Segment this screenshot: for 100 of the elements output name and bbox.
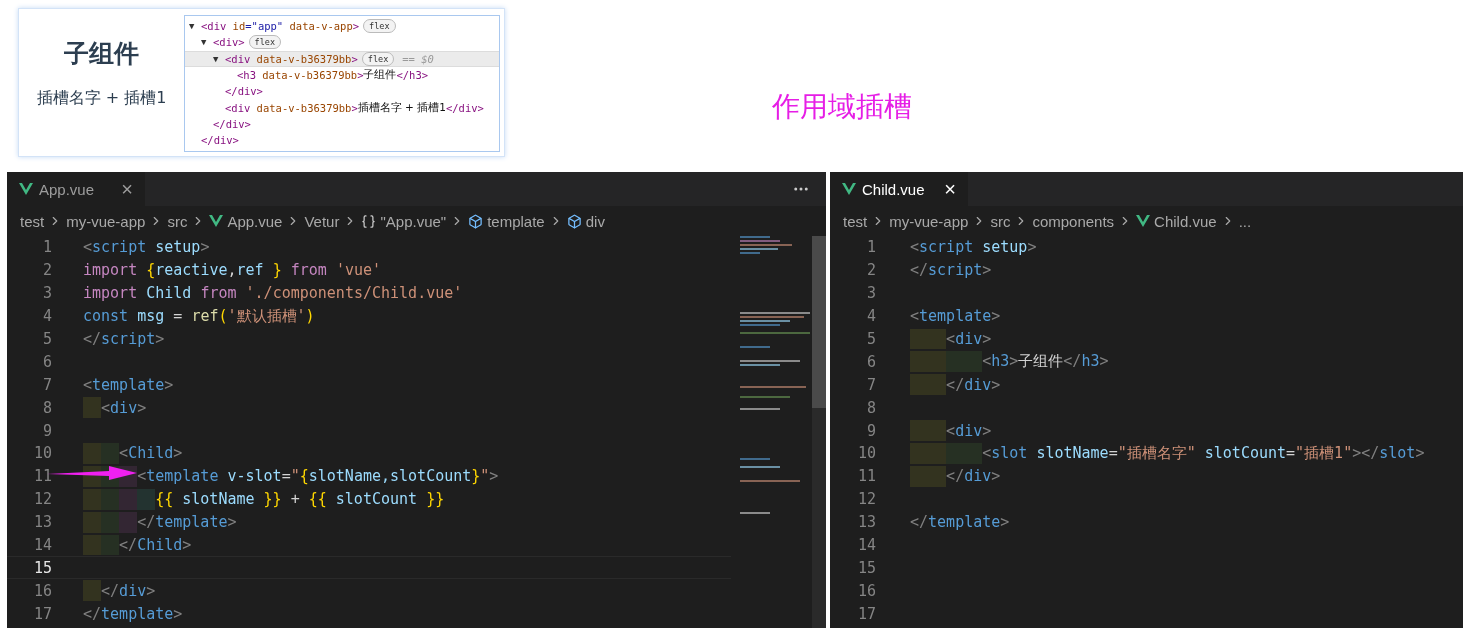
breadcrumb[interactable]: test [20, 212, 45, 230]
vue-icon [842, 183, 856, 195]
line-number: 4 [41, 307, 52, 326]
file-tab[interactable]: App.vue × [7, 172, 145, 206]
code-line: <script setup> [910, 238, 1037, 257]
line-number: 14 [856, 536, 876, 554]
line-number: 8 [865, 398, 876, 417]
vue-icon [1136, 215, 1151, 227]
markup-text: data-v-b36379bb [255, 52, 352, 65]
code-line: <div> [946, 421, 992, 440]
line-number: 11 [32, 467, 52, 486]
flex-badge[interactable]: flex [361, 51, 395, 66]
markup-text: data-v-app [288, 20, 353, 33]
markup-text: </h3> [396, 69, 429, 82]
markup-text: > [351, 52, 358, 65]
expand-toggle[interactable]: ▼ [201, 37, 213, 48]
code-line: <div> [101, 398, 147, 417]
breadcrumb[interactable]: "App.vue" [361, 212, 447, 230]
page-title: 作用域插槽 [772, 89, 912, 125]
line-number: 1 [41, 238, 52, 257]
line-number: 4 [865, 307, 876, 326]
console-ref: == $0 [402, 52, 434, 65]
code-line: <template> [910, 307, 1001, 326]
cube-icon [566, 213, 582, 229]
line-number: 7 [41, 375, 52, 394]
close-icon[interactable]: × [944, 177, 956, 201]
breadcrumb[interactable]: template [468, 212, 545, 230]
markup-text: <div [201, 20, 227, 33]
code-line: const msg = ref('默认插槽') [83, 306, 315, 326]
code-line: <h3>子组件</h3> [982, 352, 1109, 372]
code-line: import {reactive,ref } from 'vue' [83, 261, 382, 280]
line-number: 9 [41, 421, 52, 440]
node-text: 子组件 [363, 68, 397, 83]
markup-text: </div> [225, 85, 263, 98]
breadcrumb[interactable]: Vetur [304, 212, 340, 230]
code-line: import Child from './components/Child.vue' [83, 284, 463, 303]
code-line: {{ slotName }} + {{ slotCount }} [155, 490, 445, 509]
code-line: </template> [83, 604, 183, 623]
line-number: 12 [856, 490, 876, 509]
node-text: 插槽名字 + 插槽1 [357, 100, 446, 115]
breadcrumb[interactable]: src [167, 212, 188, 230]
line-number: 12 [32, 490, 52, 509]
expand-toggle[interactable]: ▼ [189, 21, 201, 32]
breadcrumb[interactable]: my-vue-app [66, 212, 146, 230]
line-number: 13 [32, 513, 52, 532]
breadcrumb[interactable]: src [990, 212, 1011, 230]
markup-text: <div [225, 101, 251, 114]
markup-text: <div> [213, 36, 245, 49]
breadcrumb[interactable]: components [1032, 212, 1115, 230]
code-line: </script> [83, 330, 165, 348]
markup-text: data-v-b36379bb [261, 69, 358, 82]
line-number: 9 [865, 421, 876, 440]
code-line: <template> [83, 375, 174, 394]
line-number: 5 [41, 330, 52, 348]
line-number: 6 [865, 352, 876, 371]
markup-text: </div> [201, 134, 239, 147]
flex-badge[interactable]: flex [248, 35, 282, 50]
breadcrumb[interactable]: ... [1238, 212, 1252, 230]
line-number: 15 [856, 558, 876, 577]
code-line: <template v-slot="{slotName,slotCount}"> [137, 467, 499, 486]
breadcrumb[interactable]: my-vue-app [889, 212, 969, 230]
close-icon[interactable]: × [121, 177, 133, 201]
markup-text: > [357, 69, 364, 82]
markup-text: > [352, 20, 360, 33]
line-number: 15 [32, 558, 52, 577]
line-number: 6 [41, 352, 52, 371]
line-number: 10 [856, 444, 876, 463]
markup-text: </div> [445, 101, 484, 114]
line-number: 13 [856, 513, 876, 532]
markup-text: <h3 [237, 69, 256, 82]
markup-text: <div [225, 52, 251, 65]
expand-toggle[interactable]: ▼ [213, 53, 225, 64]
line-number: 14 [32, 536, 52, 554]
breadcrumb[interactable]: Child.vue [1136, 212, 1217, 230]
markup-text: id [231, 20, 246, 33]
line-number: 11 [856, 467, 876, 486]
line-number: 16 [32, 581, 52, 600]
breadcrumb[interactable]: test [843, 212, 868, 230]
line-number: 1 [865, 238, 876, 257]
scrollbar[interactable] [812, 236, 826, 628]
line-number: 17 [856, 604, 876, 623]
code-line: </script> [910, 261, 992, 280]
line-number: 17 [32, 604, 52, 623]
flex-badge[interactable]: flex [363, 19, 396, 34]
line-number: 10 [32, 444, 52, 463]
preview-heading: 子组件 [64, 38, 139, 70]
breadcrumb[interactable]: div [566, 212, 605, 230]
line-number: 7 [865, 375, 876, 394]
code-line: <Child> [119, 444, 183, 463]
code-line: </div> [946, 467, 1001, 486]
code-line: </template> [910, 513, 1010, 532]
code-line: </Child> [119, 536, 192, 554]
line-number: 3 [865, 284, 876, 303]
code-line: </div> [101, 581, 156, 600]
file-tab[interactable]: Child.vue × [830, 172, 968, 206]
line-number: 5 [865, 330, 876, 348]
markup-text: ="app" [245, 20, 284, 33]
breadcrumb[interactable]: App.vue [209, 212, 283, 230]
markup-text: </div> [213, 117, 251, 130]
line-number: 3 [41, 284, 52, 303]
